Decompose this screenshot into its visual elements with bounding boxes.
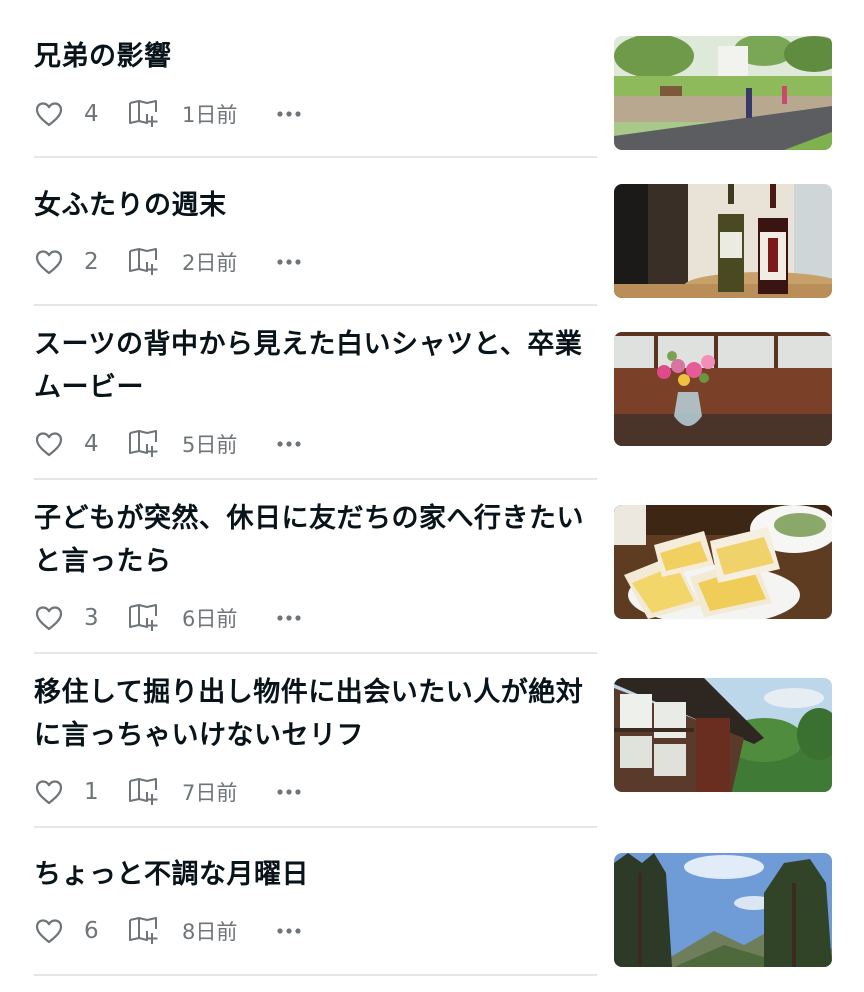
magazine-add-icon[interactable]	[127, 247, 159, 277]
magazine-add-icon[interactable]	[127, 429, 159, 459]
old-house-photo[interactable]	[614, 678, 832, 792]
post-date: 1日前	[182, 103, 238, 127]
heart-outline-icon[interactable]	[34, 99, 64, 129]
article-title[interactable]: 女ふたりの週末	[34, 184, 599, 227]
divider	[34, 652, 597, 654]
divider	[34, 304, 597, 306]
article-item[interactable]: ちょっと不調な月曜日 6 8日前	[34, 853, 832, 973]
magazine-add-icon[interactable]	[127, 916, 159, 946]
sake-bottles-photo[interactable]	[614, 184, 832, 298]
more-horizontal-icon[interactable]	[276, 777, 302, 807]
post-date: 8日前	[182, 920, 238, 944]
like-count: 4	[84, 101, 99, 127]
flower-vase-photo[interactable]	[614, 332, 832, 446]
heart-outline-icon[interactable]	[34, 777, 64, 807]
divider	[34, 156, 597, 158]
article-title[interactable]: 兄弟の影響	[34, 35, 599, 78]
like-count: 2	[84, 249, 99, 275]
article-meta: 4 1日前	[34, 99, 302, 129]
article-title[interactable]: 子どもが突然、休日に友だちの家へ行きたいと言ったら	[34, 497, 599, 583]
heart-outline-icon[interactable]	[34, 603, 64, 633]
heart-outline-icon[interactable]	[34, 429, 64, 459]
divider	[34, 974, 597, 976]
post-date: 2日前	[182, 251, 238, 275]
divider	[34, 478, 597, 480]
article-item[interactable]: 移住して掘り出し物件に出会いたい人が絶対に言っちゃいけないセリフ 1 7日前	[34, 671, 832, 821]
article-item[interactable]: 女ふたりの週末 2 2日前	[34, 184, 832, 302]
egg-sandwich-photo[interactable]	[614, 505, 832, 619]
article-title[interactable]: 移住して掘り出し物件に出会いたい人が絶対に言っちゃいけないセリフ	[34, 671, 599, 757]
article-meta: 1 7日前	[34, 777, 302, 807]
more-horizontal-icon[interactable]	[276, 603, 302, 633]
article-meta: 3 6日前	[34, 603, 302, 633]
divider	[34, 826, 597, 828]
heart-outline-icon[interactable]	[34, 247, 64, 277]
article-title[interactable]: スーツの背中から見えた白いシャツと、卒業ムービー	[34, 323, 599, 409]
article-item[interactable]: 子どもが突然、休日に友だちの家へ行きたいと言ったら 3 6日前	[34, 497, 832, 647]
more-horizontal-icon[interactable]	[276, 916, 302, 946]
magazine-add-icon[interactable]	[127, 777, 159, 807]
article-meta: 2 2日前	[34, 247, 302, 277]
article-item[interactable]: 兄弟の影響 4 1日前	[34, 35, 832, 153]
article-feed: 兄弟の影響 4 1日前 女ふたりの週末 2 2日前 スーツの背中から見えた白いシ…	[0, 0, 864, 992]
more-horizontal-icon[interactable]	[276, 99, 302, 129]
post-date: 6日前	[182, 607, 238, 631]
more-horizontal-icon[interactable]	[276, 247, 302, 277]
like-count: 6	[84, 918, 99, 944]
like-count: 4	[84, 431, 99, 457]
magazine-add-icon[interactable]	[127, 603, 159, 633]
like-count: 3	[84, 605, 99, 631]
magazine-add-icon[interactable]	[127, 99, 159, 129]
post-date: 7日前	[182, 781, 238, 805]
mountain-trees-photo[interactable]	[614, 853, 832, 967]
article-meta: 6 8日前	[34, 916, 302, 946]
park-photo[interactable]	[614, 36, 832, 150]
more-horizontal-icon[interactable]	[276, 429, 302, 459]
article-title[interactable]: ちょっと不調な月曜日	[34, 853, 599, 896]
article-meta: 4 5日前	[34, 429, 302, 459]
heart-outline-icon[interactable]	[34, 916, 64, 946]
post-date: 5日前	[182, 433, 238, 457]
like-count: 1	[84, 779, 99, 805]
article-item[interactable]: スーツの背中から見えた白いシャツと、卒業ムービー 4 5日前	[34, 323, 832, 473]
